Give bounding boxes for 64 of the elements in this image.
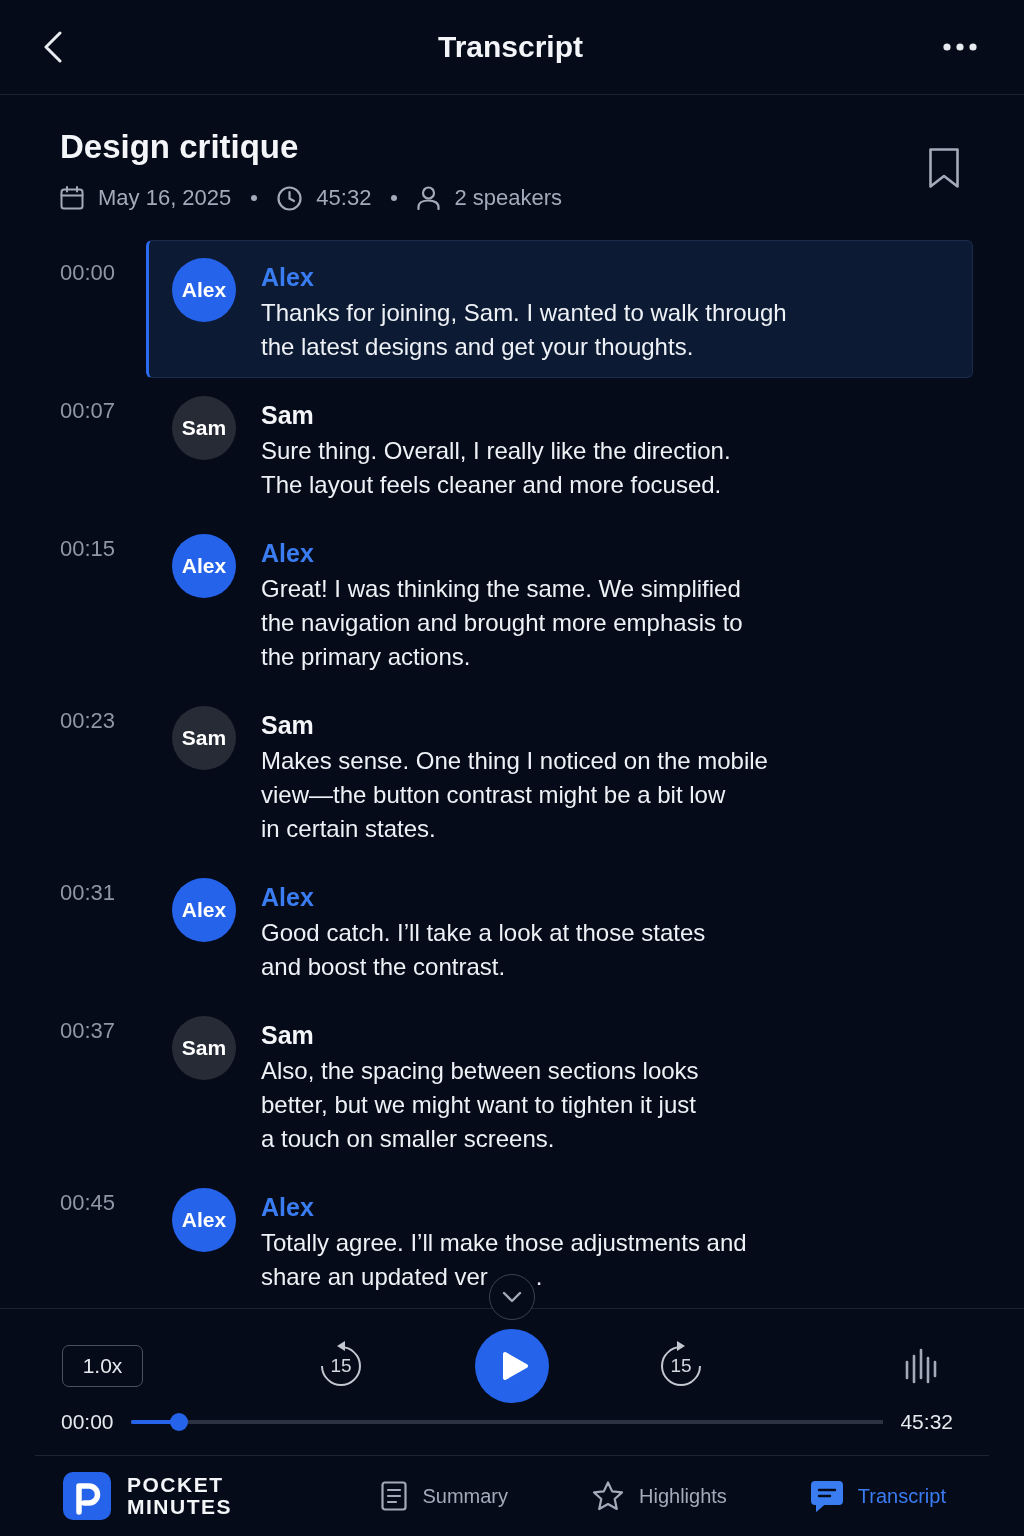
person-icon — [417, 186, 441, 210]
speaker-name: Alex — [261, 882, 315, 912]
calendar-icon — [60, 186, 84, 210]
timestamp: 00:37 — [60, 1017, 117, 1045]
timestamp: 00:07 — [60, 397, 117, 425]
speaker-count: 2 speakers — [454, 185, 562, 211]
document-icon — [381, 1481, 408, 1511]
more-icon — [943, 43, 977, 51]
speaker-name: Sam — [261, 400, 315, 430]
speaker-avatar: Alex — [172, 878, 236, 942]
timestamp: 00:15 — [60, 535, 117, 563]
speaker-avatar: Sam — [172, 706, 236, 770]
total-time: 45:32 — [900, 1410, 953, 1434]
speaker-avatar: Sam — [172, 396, 236, 460]
play-icon — [501, 1351, 528, 1381]
message-row[interactable]: Alex Alex Good catch. I’ll take a look at those states and boost the contrast. — [146, 860, 973, 998]
playback-speed-button[interactable]: 1.0x — [62, 1345, 143, 1387]
logo-icon — [63, 1472, 111, 1520]
message-row[interactable]: Sam Sam Makes sense. One thing I noticed on the mobile view—the button contrast might be a bit low in certain states. — [146, 688, 973, 860]
speaker-avatar: Alex — [172, 1188, 236, 1252]
tab[interactable]: Highlights — [592, 1480, 727, 1512]
scroll-down-button[interactable] — [489, 1274, 535, 1320]
progress-handle[interactable] — [169, 1413, 188, 1431]
recording-date: May 16, 2025 — [98, 185, 232, 211]
message-row[interactable]: Sam Sam Sure thing. Overall, I really like the direction. The layout feels cleaner and more focused. — [146, 378, 973, 516]
elapsed-time: 00:00 — [61, 1410, 114, 1434]
message-row[interactable]: Sam Sam Also, the spacing between sections looks better, but we might want to tighten it just a touch on smaller screens. — [146, 998, 973, 1170]
tab[interactable]: Summary — [381, 1480, 508, 1512]
message-text: Totally agree. I’ll make those adjustments and share an updated ver . — [261, 1228, 748, 1292]
star-icon — [592, 1481, 624, 1511]
message-row[interactable]: Alex Alex Great! I was thinking the same. We simplified the navigation and brought more emphasis to the primary actions. — [146, 516, 973, 688]
chat-bubble-icon — [810, 1480, 843, 1512]
speaker-avatar: Sam — [172, 1016, 236, 1080]
timestamp: 00:23 — [60, 707, 117, 735]
separator-dot-icon — [391, 195, 398, 201]
timestamp: 00:31 — [60, 879, 117, 907]
speaker-name: Sam — [261, 710, 315, 740]
chevron-down-icon — [502, 1291, 522, 1303]
clock-icon — [277, 185, 303, 211]
active-message-card[interactable]: Alex Alex Thanks for joining, Sam. I wanted to walk through the latest designs and get your thoughts. — [146, 240, 973, 378]
chevron-left-icon — [44, 31, 62, 63]
tab[interactable]: Transcript — [810, 1480, 946, 1512]
brand-name: POCKET MINUTES — [127, 1474, 232, 1518]
separator-dot-icon — [251, 195, 258, 201]
message-text: Thanks for joining, Sam. I wanted to walk through the latest designs and get your thoughts. — [261, 298, 788, 362]
speaker-name: Sam — [261, 1020, 315, 1050]
recording-title: Design critique — [60, 127, 300, 167]
message-text: Sure thing. Overall, I really like the direction. The layout feels cleaner and more focused. — [261, 436, 732, 500]
speaker-name: Alex — [261, 1192, 315, 1222]
message-text: Makes sense. One thing I noticed on the mobile view—the button contrast might be a bit low in certain states. — [261, 746, 769, 844]
speaker-avatar: Alex — [172, 258, 236, 322]
speaker-name: Alex — [261, 262, 315, 292]
message-text: Great! I was thinking the same. We simplified the navigation and brought more emphasis to the primary actions. — [261, 574, 744, 672]
timestamp: 00:00 — [60, 259, 117, 287]
message-row[interactable]: Alex Alex Totally agree. I’ll make those adjustments and share an updated ver . — [146, 1170, 973, 1308]
bookmark-icon — [928, 147, 960, 189]
timestamp: 00:45 — [60, 1189, 117, 1217]
message-text: Also, the spacing between sections looks better, but we might want to tighten it just a touch on smaller screens. — [261, 1056, 700, 1154]
speaker-name: Alex — [261, 538, 315, 568]
message-text: Good catch. I’ll take a look at those states and boost the contrast. — [261, 918, 707, 982]
recording-duration: 45:32 — [316, 185, 372, 211]
screen-title: Transcript — [437, 30, 584, 64]
audio-levels-icon[interactable] — [905, 1348, 937, 1384]
speaker-avatar: Alex — [172, 534, 236, 598]
